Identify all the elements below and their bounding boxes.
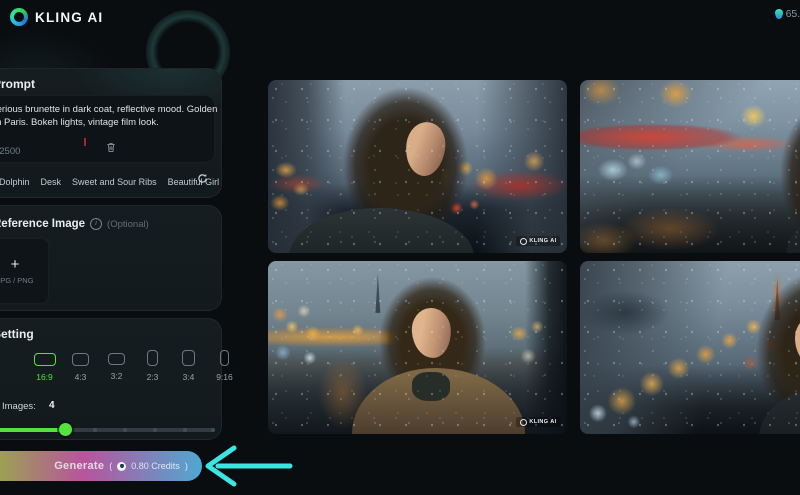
- ratio-box-16-9: [34, 353, 56, 366]
- kling-watermark: KLING AI: [516, 417, 560, 427]
- watermark-icon: [520, 238, 527, 245]
- reference-upload-box[interactable]: + JPG / PNG: [0, 238, 49, 304]
- tag-dolphin[interactable]: Dolphin: [0, 177, 30, 187]
- number-of-images-label: Number of Images:: [0, 401, 36, 412]
- left-sidebar: Prompt terious brunette in dark coat, re…: [0, 0, 222, 488]
- setting-panel: Setting 16:9 4:3 3:2 2:3 3:4: [0, 318, 222, 440]
- aspect-ratio-4-3[interactable]: 4:3: [67, 353, 94, 382]
- slider-tick-6[interactable]: [123, 428, 127, 432]
- rain-droplets-overlay: [580, 80, 800, 253]
- generate-button[interactable]: Generate ( 0.80 Credits ): [0, 451, 202, 481]
- paren-open: (: [109, 461, 112, 471]
- watermark-icon: [520, 419, 527, 426]
- plus-icon: +: [11, 257, 20, 272]
- refresh-tags-button[interactable]: [197, 171, 208, 189]
- optional-label: (Optional): [107, 219, 149, 230]
- paren-close: ): [185, 461, 188, 471]
- prompt-title: Prompt: [0, 77, 35, 91]
- generated-image-3[interactable]: KLING AI: [268, 261, 567, 434]
- generate-label: Generate: [54, 460, 104, 472]
- clear-prompt-button[interactable]: [106, 140, 116, 158]
- woman-scarf: [412, 372, 451, 401]
- text-cursor: [84, 138, 86, 146]
- upload-formats: JPG / PNG: [0, 276, 34, 285]
- tag-beautiful-girl[interactable]: Beautiful Girl: [168, 177, 220, 187]
- setting-title: Setting: [0, 327, 34, 341]
- kling-ai-app: { "topbar": { "brand": "KLING AI", "cred…: [0, 0, 800, 488]
- aspect-ratio-2-3[interactable]: 2:3: [139, 353, 166, 382]
- reference-title-row: Reference Image i (Optional): [0, 218, 149, 230]
- credits-value: 65.2: [786, 8, 800, 20]
- info-icon[interactable]: i: [90, 218, 102, 230]
- credits-balance[interactable]: 65.2: [775, 8, 800, 20]
- ratio-box-4-3: [72, 353, 89, 366]
- prompt-text-line1: terious brunette in dark coat, reflectiv…: [0, 103, 217, 116]
- kling-watermark: KLING AI: [516, 236, 560, 246]
- char-counter: / 2500: [0, 146, 20, 157]
- aspect-ratio-3-2[interactable]: 3:2: [103, 353, 130, 382]
- slider-thumb[interactable]: [59, 423, 72, 436]
- aspect-ratio-3-4[interactable]: 3:4: [175, 353, 202, 382]
- generate-credits-droplet-icon: [117, 462, 126, 471]
- woman-hair: [780, 97, 800, 249]
- prompt-suggestion-tags: Dolphin Desk Sweet and Sour Ribs Beautif…: [0, 177, 219, 187]
- slider-tick-5[interactable]: [93, 428, 97, 432]
- aspect-ratio-16-9[interactable]: 16:9: [31, 353, 58, 382]
- prompt-panel: Prompt terious brunette in dark coat, re…: [0, 68, 222, 198]
- credits-droplet-icon: [775, 9, 783, 19]
- slider-tick-8[interactable]: [183, 428, 187, 432]
- tag-sweet-and-sour-ribs[interactable]: Sweet and Sour Ribs: [72, 177, 157, 187]
- prompt-text-line2: in Paris. Bokeh lights, vintage film loo…: [0, 116, 159, 129]
- generate-credits: 0.80 Credits: [131, 461, 180, 471]
- reference-image-panel: Reference Image i (Optional) + JPG / PNG: [0, 205, 222, 311]
- slider-tick-9[interactable]: [211, 428, 215, 432]
- slider-tick-3[interactable]: [33, 428, 37, 432]
- aspect-ratio-row: 16:9 4:3 3:2 2:3 3:4 9:16: [31, 353, 238, 382]
- reference-title: Reference Image: [0, 218, 85, 230]
- generated-image-2[interactable]: [580, 80, 800, 253]
- ratio-box-9-16: [220, 350, 230, 366]
- ratio-box-3-4: [182, 350, 195, 366]
- ratio-box-3-2: [108, 353, 125, 365]
- aspect-ratio-9-16[interactable]: 9:16: [211, 353, 238, 382]
- slider-tick-2[interactable]: [3, 428, 7, 432]
- generated-image-4[interactable]: [580, 261, 800, 434]
- ratio-box-2-3: [147, 350, 158, 366]
- tag-desk[interactable]: Desk: [41, 177, 62, 187]
- prompt-textarea[interactable]: terious brunette in dark coat, reflectiv…: [0, 95, 215, 163]
- slider-tick-7[interactable]: [153, 428, 157, 432]
- number-of-images-value: 4: [49, 400, 55, 411]
- refresh-icon: [197, 173, 208, 184]
- number-of-images-slider[interactable]: [0, 423, 215, 437]
- trash-icon: [106, 142, 116, 153]
- generated-image-1[interactable]: KLING AI: [268, 80, 567, 253]
